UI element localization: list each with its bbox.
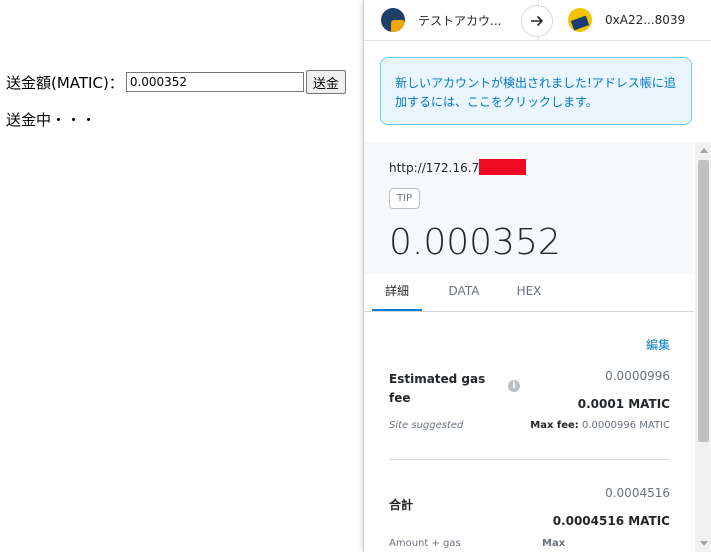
edit-link[interactable]: 編集 [646, 336, 670, 353]
transaction-amount: 0.000352 [389, 222, 561, 263]
max-fee-value: 0.0000996 MATIC [582, 420, 670, 431]
gas-fee-secondary: 0.0000996 [605, 369, 670, 383]
scroll-down-icon[interactable] [700, 541, 708, 546]
gas-fee-label: Estimated gas fee [389, 372, 486, 405]
from-account-avatar [381, 8, 405, 32]
total-max-label: Max [542, 538, 566, 549]
detail-tabs: 詳細 DATA HEX [364, 275, 694, 312]
amount-row: 送金額(MATIC)： 送金 [6, 70, 346, 94]
redaction-block [479, 159, 527, 175]
wallet-popup: テストアカウ... 0xA22...8039 新しいアカウントが検出されました!… [363, 0, 711, 552]
divider [389, 459, 669, 460]
tab-details[interactable]: 詳細 [372, 275, 422, 311]
account-header: テストアカウ... 0xA22...8039 [364, 0, 711, 41]
to-account[interactable]: 0xA22...8039 [568, 8, 685, 32]
info-icon[interactable]: i [508, 380, 520, 392]
to-account-address: 0xA22...8039 [605, 13, 686, 27]
total-label: 合計 [389, 498, 414, 512]
max-fee: Max fee: 0.0000996 MATIC [530, 420, 670, 431]
amount-label: 送金額(MATIC)： [6, 73, 124, 92]
fee-details: 編集 Estimated gas fee i 0.0000996 0.0001 … [364, 312, 694, 552]
to-account-avatar [568, 8, 592, 32]
tab-data[interactable]: DATA [442, 275, 486, 311]
transfer-form: 送金額(MATIC)： 送金 送金中・・・ [6, 70, 346, 130]
sending-status: 送金中・・・ [6, 111, 97, 129]
gas-fee-primary: 0.0001 MATIC [577, 397, 670, 411]
from-account-name: テストアカウ... [418, 13, 502, 28]
arrow-right-icon [521, 5, 553, 37]
transaction-summary: http://172.16.7 TIP 0.000352 [364, 142, 694, 274]
amount-input[interactable] [125, 72, 304, 92]
total-secondary: 0.0004516 [605, 486, 670, 500]
send-button[interactable]: 送金 [305, 70, 346, 94]
amount-plus-gas-label: Amount + gas [389, 538, 461, 549]
tab-hex[interactable]: HEX [509, 275, 549, 311]
new-address-notice[interactable]: 新しいアカウントが検出されました!アドレス帳に追加するには、ここをクリックします… [380, 57, 692, 125]
scrollbar[interactable] [695, 142, 711, 552]
max-fee-label: Max fee: [530, 420, 579, 431]
scroll-up-icon[interactable] [700, 148, 708, 153]
scroll-thumb[interactable] [698, 160, 709, 442]
tip-badge: TIP [389, 188, 421, 209]
total-primary: 0.0004516 MATIC [552, 514, 670, 528]
origin-url-text: http://172.16.7 [389, 161, 480, 175]
site-suggested-label: Site suggested [389, 420, 464, 431]
from-account[interactable]: テストアカウ... [381, 8, 501, 32]
origin-url: http://172.16.7 [389, 159, 527, 175]
